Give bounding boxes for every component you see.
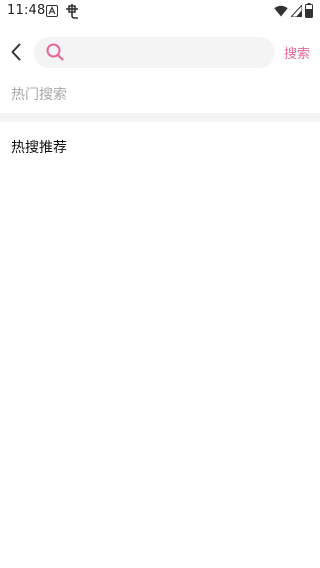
notification-bug-icon [66,4,78,19]
signal-icon [291,5,302,17]
wifi-icon [274,5,288,17]
search-header: 搜索 [0,34,320,70]
back-button[interactable] [4,38,28,66]
hot-searches-title: 热门搜索 [11,87,67,103]
search-icon [46,43,64,61]
battery-icon [305,3,313,18]
chevron-left-icon [11,43,21,61]
search-button[interactable]: 搜索 [284,43,310,62]
hot-recommend-title: 热搜推荐 [11,140,67,156]
notification-a-icon [46,5,58,17]
status-time: 11:48 [7,3,46,18]
search-screen: 11:48 搜索 热门搜索 热搜推荐 [0,0,320,568]
status-bar: 11:48 [0,0,320,24]
section-divider [0,113,320,122]
search-input[interactable] [72,37,267,68]
search-box[interactable] [34,37,275,68]
